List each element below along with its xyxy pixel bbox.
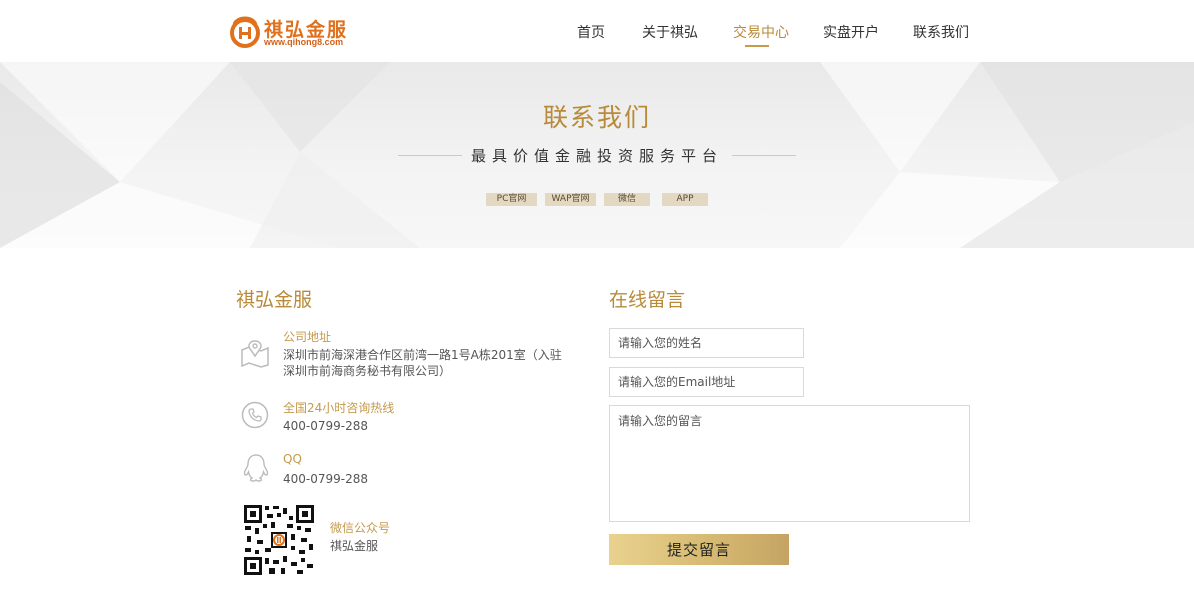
page-banner: 联系我们 最具价值金融投资服务平台 PC官网 WAP官网 微信 APP (0, 62, 1194, 248)
logo-icon (230, 16, 260, 48)
address-text: 深圳市前海深港合作区前湾一路1号A栋201室（入驻深圳市前海商务秘书有限公司） (283, 348, 562, 378)
tag-app[interactable]: APP (662, 193, 708, 206)
site-header: 祺弘金服 www.qihong8.com 首页 关于祺弘 交易中心 实盘开户 联… (0, 0, 1194, 62)
banner-subtitle: 最具价值金融投资服务平台 (470, 147, 723, 165)
address-label: 公司地址 (283, 330, 332, 344)
banner-tags: PC官网 WAP官网 微信 APP (0, 193, 1194, 207)
tag-wechat[interactable]: 微信 (604, 193, 650, 206)
tag-pc-site[interactable]: PC官网 (486, 193, 537, 206)
form-title: 在线留言 (609, 289, 686, 311)
contact-title: 祺弘金服 (236, 289, 313, 311)
hotline-number: 400-0799-288 (283, 419, 369, 433)
qq-icon (243, 454, 269, 482)
phone-icon (241, 401, 269, 429)
wechat-account: 祺弘金服 (330, 539, 379, 553)
submit-message-button[interactable]: 提交留言 (609, 534, 789, 565)
nav-contact[interactable]: 联系我们 (913, 22, 969, 42)
hotline-label: 全国24小时咨询热线 (283, 401, 395, 415)
logo-url: www.qihong8.com (264, 37, 344, 47)
nav-active-indicator (745, 45, 769, 47)
site-logo[interactable]: 祺弘金服 www.qihong8.com (228, 14, 358, 50)
nav-home[interactable]: 首页 (577, 22, 605, 42)
email-input[interactable] (609, 367, 804, 397)
nav-trading-center[interactable]: 交易中心 (733, 22, 789, 42)
qq-label: QQ (283, 452, 302, 466)
tag-wap-site[interactable]: WAP官网 (545, 193, 596, 206)
nav-about[interactable]: 关于祺弘 (642, 22, 698, 42)
qr-code-icon (243, 504, 315, 576)
message-textarea[interactable] (609, 405, 970, 522)
wechat-label: 微信公众号 (330, 521, 391, 535)
name-input[interactable] (609, 328, 804, 358)
map-pin-icon (241, 340, 269, 368)
banner-title: 联系我们 (542, 103, 651, 132)
nav-open-account[interactable]: 实盘开户 (823, 22, 879, 42)
qq-number: 400-0799-288 (283, 472, 369, 486)
